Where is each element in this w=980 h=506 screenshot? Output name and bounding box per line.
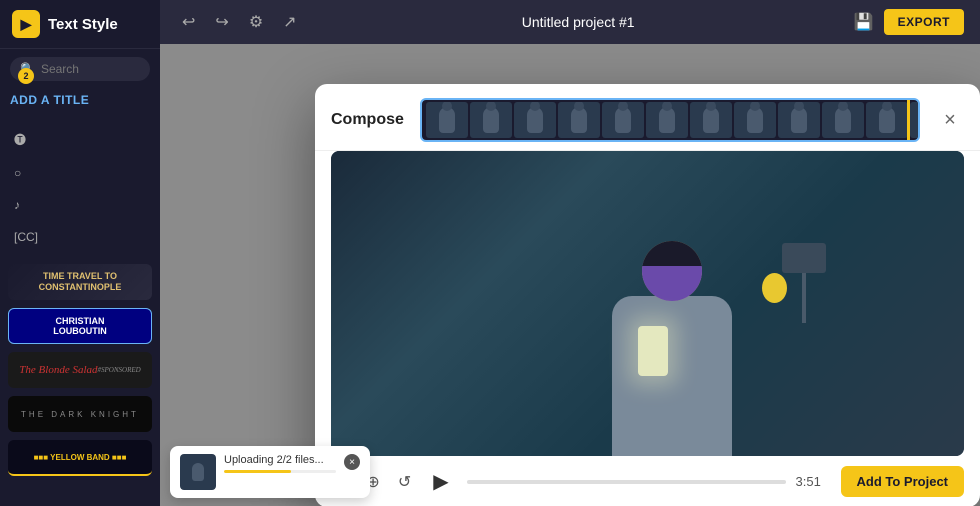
time-display: 3:51 bbox=[796, 474, 831, 489]
share-button[interactable]: ↗ bbox=[277, 8, 302, 36]
style-label: CHRISTIANLOUBOUTIN bbox=[53, 316, 107, 336]
add-title-button[interactable]: ADD A TITLE bbox=[10, 93, 150, 107]
canvas-area: Help Compose bbox=[160, 44, 980, 506]
filmstrip-frame bbox=[558, 102, 600, 138]
style-label-main: The Blonde Salad bbox=[19, 364, 97, 376]
modal-close-button[interactable]: × bbox=[936, 106, 964, 134]
add-to-project-button[interactable]: Add To Project bbox=[841, 466, 964, 497]
redo-button[interactable]: ↪ bbox=[209, 8, 234, 36]
filmstrip-frame bbox=[778, 102, 820, 138]
export-button[interactable]: EXPORT bbox=[884, 9, 964, 35]
filmstrip-frame bbox=[514, 102, 556, 138]
filmstrip-frame bbox=[602, 102, 644, 138]
upload-progress-bar bbox=[224, 470, 336, 473]
modal-header: Compose bbox=[315, 84, 980, 151]
filmstrip-frame bbox=[646, 102, 688, 138]
person-figure bbox=[612, 241, 732, 456]
filmstrip-frames bbox=[422, 100, 918, 140]
sidebar-icon-shape[interactable]: ○ bbox=[0, 158, 160, 188]
progress-bar[interactable] bbox=[467, 480, 786, 484]
logo-icon: ▶ bbox=[12, 10, 40, 38]
save-icon[interactable]: 💾 bbox=[854, 12, 874, 32]
upload-info: Uploading 2/2 files... bbox=[224, 454, 336, 473]
style-card-blonde-salad[interactable]: The Blonde Salad #SPONSORED bbox=[8, 352, 152, 388]
video-container bbox=[331, 151, 964, 456]
style-card-christian[interactable]: CHRISTIANLOUBOUTIN bbox=[8, 308, 152, 344]
sidebar: ▶ Text Style 🔍 ADD A TITLE 2 🅣 ○ ♪ [CC] … bbox=[0, 0, 160, 506]
filmstrip-frame bbox=[426, 102, 468, 138]
settings-button[interactable]: ⚙ bbox=[243, 8, 269, 36]
upload-thumb-figure bbox=[192, 463, 204, 481]
bg-yellow-element bbox=[762, 273, 787, 303]
phone-glow bbox=[638, 326, 668, 376]
sidebar-icon-cc[interactable]: [CC] bbox=[0, 222, 160, 252]
style-label: THE DARK KNIGHT bbox=[21, 410, 139, 419]
modal-overlay: Compose bbox=[160, 44, 980, 506]
text-style-icon: 🅣 bbox=[14, 131, 26, 148]
sidebar-icons: 🅣 ○ ♪ [CC] bbox=[0, 115, 160, 260]
filmstrip-frame bbox=[910, 102, 918, 138]
bg-equipment-stand bbox=[802, 243, 806, 323]
filmstrip-frame bbox=[822, 102, 864, 138]
upload-close-button[interactable]: × bbox=[344, 454, 360, 470]
upload-progress-fill bbox=[224, 470, 291, 473]
sidebar-header: ▶ Text Style bbox=[0, 0, 160, 49]
sidebar-title: Text Style bbox=[48, 16, 118, 33]
filmstrip-frame bbox=[734, 102, 776, 138]
modal-title: Compose bbox=[331, 111, 404, 129]
upload-text: Uploading 2/2 files... bbox=[224, 454, 336, 466]
filmstrip[interactable] bbox=[420, 98, 920, 142]
music-icon: ♪ bbox=[14, 198, 20, 212]
top-bar-right: 💾 EXPORT bbox=[854, 9, 964, 35]
style-card-yellow-band[interactable]: ■■■ YELLOW BAND ■■■ bbox=[8, 440, 152, 476]
shape-icon: ○ bbox=[14, 166, 21, 180]
sidebar-icon-music[interactable]: ♪ bbox=[0, 190, 160, 220]
filmstrip-playhead bbox=[907, 100, 910, 140]
style-card-dark-knight[interactable]: THE DARK KNIGHT bbox=[8, 396, 152, 432]
compose-modal: Compose bbox=[315, 84, 980, 506]
main-area: ↩ ↪ ⚙ ↗ Untitled project #1 💾 EXPORT Hel… bbox=[160, 0, 980, 506]
style-label-sub: #SPONSORED bbox=[98, 366, 141, 374]
filmstrip-frame bbox=[470, 102, 512, 138]
top-bar: ↩ ↪ ⚙ ↗ Untitled project #1 💾 EXPORT bbox=[160, 0, 980, 44]
controls-bar: ⊖ ⊕ ↺ ▶ 3:51 Add To Project bbox=[315, 456, 980, 506]
person-head bbox=[642, 241, 702, 301]
search-input[interactable] bbox=[41, 62, 140, 76]
filmstrip-frame bbox=[690, 102, 732, 138]
undo-button[interactable]: ↩ bbox=[176, 8, 201, 36]
style-card-time-travel[interactable]: TIME TRAVEL TOCONSTANTINOPLE bbox=[8, 264, 152, 300]
project-title: Untitled project #1 bbox=[522, 14, 635, 30]
filmstrip-frame bbox=[866, 102, 908, 138]
upload-thumbnail bbox=[180, 454, 216, 490]
top-bar-left: ↩ ↪ ⚙ ↗ bbox=[176, 8, 303, 36]
rotate-button[interactable]: ↺ bbox=[394, 468, 415, 496]
style-label: TIME TRAVEL TOCONSTANTINOPLE bbox=[39, 271, 122, 293]
style-label: ■■■ YELLOW BAND ■■■ bbox=[34, 453, 127, 462]
sidebar-icon-text[interactable]: 🅣 bbox=[0, 123, 160, 156]
play-button[interactable]: ▶ bbox=[433, 469, 448, 494]
cc-icon: [CC] bbox=[14, 230, 38, 244]
badge-count: 2 bbox=[18, 68, 34, 84]
person-body bbox=[612, 296, 732, 456]
person-hair bbox=[642, 261, 702, 301]
upload-notification: Uploading 2/2 files... × bbox=[170, 446, 370, 498]
